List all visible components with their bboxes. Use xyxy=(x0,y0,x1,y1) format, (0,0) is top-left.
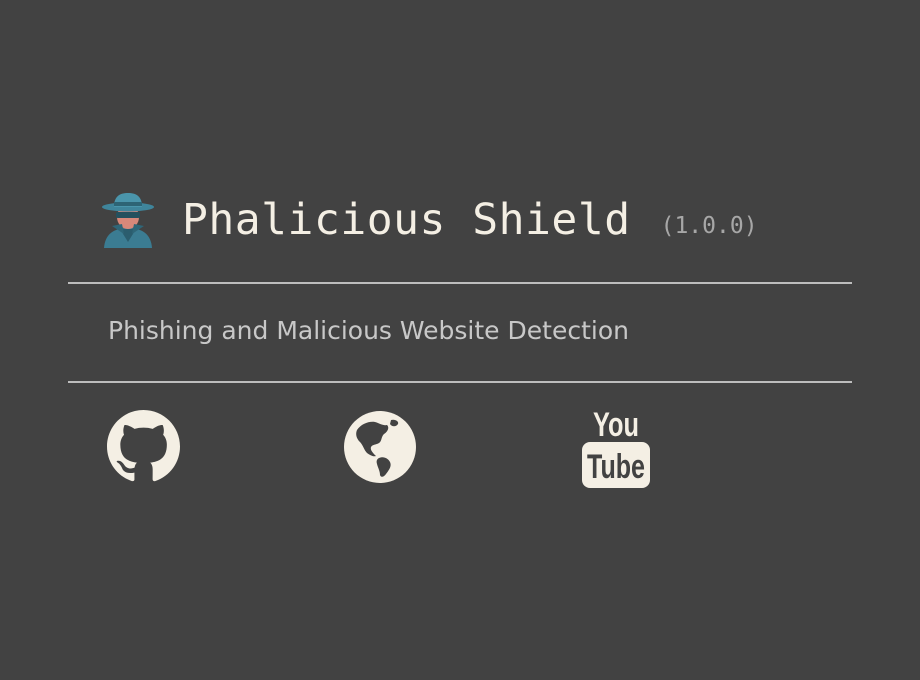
svg-text:You: You xyxy=(593,406,639,444)
youtube-icon: You Tube xyxy=(582,406,650,488)
bottom-divider xyxy=(68,381,852,383)
website-link[interactable] xyxy=(343,410,417,484)
app-title: Phalicious Shield xyxy=(182,194,631,245)
youtube-link[interactable]: You Tube xyxy=(580,402,652,490)
app-header: Phalicious Shield (1.0.0) xyxy=(98,188,758,252)
top-divider xyxy=(68,282,852,284)
github-icon xyxy=(107,410,180,482)
app-subtitle: Phishing and Malicious Website Detection xyxy=(108,316,629,345)
version-label: (1.0.0) xyxy=(660,212,758,239)
globe-icon xyxy=(344,411,416,483)
github-link[interactable] xyxy=(107,410,180,483)
spy-detective-icon xyxy=(102,193,154,248)
svg-text:Tube: Tube xyxy=(587,448,645,486)
